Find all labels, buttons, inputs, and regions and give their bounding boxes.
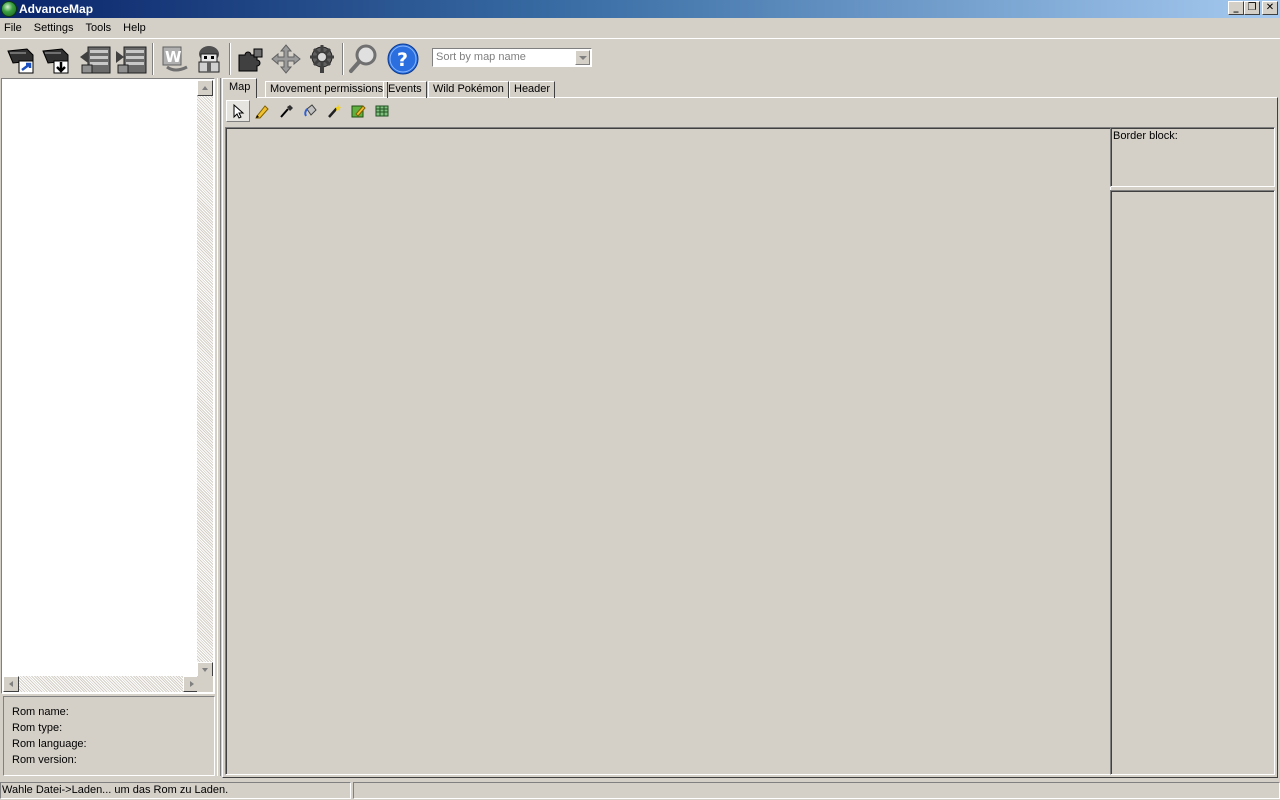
export-map-button[interactable]	[114, 42, 148, 76]
edit-block-tool-button[interactable]	[346, 100, 370, 122]
pointer-tool-icon	[233, 103, 245, 119]
magic-wand-tool-icon	[328, 104, 341, 118]
search-button[interactable]	[346, 42, 380, 76]
pencil-tool-icon	[255, 105, 269, 119]
grid-tool-button[interactable]	[370, 100, 394, 122]
rom-type-label: Rom type:	[12, 722, 63, 734]
import-map-icon	[80, 46, 111, 74]
tab-map[interactable]: Map	[222, 78, 258, 98]
open-rom-icon	[7, 48, 34, 74]
import-map-button[interactable]	[78, 42, 112, 76]
arrow-right-icon	[190, 681, 194, 687]
move-arrows-icon	[271, 44, 301, 74]
menu-file[interactable]: File	[0, 19, 28, 37]
sort-select[interactable]: Sort by map name	[432, 48, 592, 67]
save-rom-button[interactable]	[39, 42, 73, 76]
eyedropper-tool-button[interactable]	[274, 100, 298, 122]
svg-text:W: W	[165, 48, 182, 66]
help-icon: ?	[387, 43, 419, 75]
menu-settings[interactable]: Settings	[28, 19, 80, 37]
world-map-button[interactable]: W	[158, 42, 192, 76]
border-block-label: Border block:	[1113, 130, 1178, 142]
rom-name-label: Rom name:	[12, 706, 69, 718]
scrollbar-corner	[197, 676, 213, 692]
puzzle-button[interactable]	[233, 42, 267, 76]
open-rom-button[interactable]	[4, 42, 38, 76]
toolbar-separator	[152, 43, 154, 75]
title-bar[interactable]: AdvanceMap _ ❐ ✕	[0, 0, 1280, 18]
settings-gear-button[interactable]	[305, 42, 339, 76]
vertical-scrollbar[interactable]	[197, 80, 213, 678]
arrow-left-icon	[9, 681, 13, 687]
pencil-tool-button[interactable]	[250, 100, 274, 122]
tab-header[interactable]: Header	[509, 81, 556, 98]
window-title: AdvanceMap	[19, 2, 94, 16]
rom-language-label: Rom language:	[12, 738, 87, 750]
edit-block-tool-icon	[351, 105, 366, 118]
sprite-editor-button[interactable]	[192, 42, 226, 76]
svg-text:?: ?	[397, 49, 408, 71]
toolbar: W ? Sort by map name	[0, 38, 1280, 78]
horizontal-scrollbar[interactable]	[3, 676, 199, 692]
panel-splitter[interactable]	[217, 78, 221, 776]
export-map-icon	[116, 46, 147, 74]
menu-help[interactable]: Help	[117, 19, 152, 37]
eyedropper-tool-icon	[280, 105, 293, 118]
map-tools-row	[226, 100, 394, 122]
tab-events[interactable]: Events	[383, 81, 427, 98]
scroll-left-button[interactable]	[3, 676, 19, 692]
status-message: Wahle Datei->Laden... um das Rom zu Lade…	[0, 782, 351, 799]
app-globe-icon	[1, 1, 17, 17]
menu-tools[interactable]: Tools	[79, 19, 117, 37]
magnifier-icon	[349, 44, 377, 73]
status-secondary	[353, 782, 1280, 799]
toolbar-separator	[342, 43, 344, 75]
fill-tool-button[interactable]	[298, 100, 322, 122]
sprite-editor-icon	[198, 46, 220, 73]
minimize-button[interactable]: _	[1228, 1, 1244, 15]
arrow-down-icon	[202, 668, 208, 672]
tab-movement-permissions[interactable]: Movement permissions	[265, 81, 389, 98]
menu-bar: File Settings Tools Help	[0, 19, 1280, 37]
window-controls: _ ❐ ✕	[1228, 1, 1278, 15]
rom-info-panel: Rom name: Rom type: Rom language: Rom ve…	[3, 696, 215, 776]
block-palette-panel[interactable]	[1110, 190, 1275, 775]
fill-tool-icon	[304, 104, 317, 117]
border-block-panel[interactable]: Border block:	[1110, 127, 1275, 187]
toolbar-separator	[229, 43, 231, 75]
restore-button[interactable]: ❐	[1244, 1, 1260, 15]
tab-wild-pokemon[interactable]: Wild Pokémon	[428, 81, 509, 98]
world-map-icon: W	[162, 46, 188, 72]
status-bar: Wahle Datei->Laden... um das Rom zu Lade…	[0, 781, 1280, 800]
arrow-up-icon	[202, 86, 208, 90]
close-button[interactable]: ✕	[1262, 1, 1278, 15]
sort-select-value: Sort by map name	[436, 51, 526, 63]
magic-wand-tool-button[interactable]	[322, 100, 346, 122]
help-button[interactable]: ?	[386, 42, 420, 76]
move-arrows-button[interactable]	[269, 42, 303, 76]
chevron-down-icon[interactable]	[575, 50, 590, 65]
rom-version-label: Rom version:	[12, 754, 77, 766]
map-canvas[interactable]	[225, 127, 1111, 775]
grid-tool-icon	[375, 105, 389, 117]
pointer-tool-button[interactable]	[226, 100, 250, 122]
gear-icon	[310, 45, 334, 73]
map-tree-list[interactable]	[1, 78, 215, 694]
puzzle-icon	[238, 48, 263, 72]
scroll-up-button[interactable]	[197, 80, 213, 96]
save-rom-icon	[42, 48, 69, 74]
